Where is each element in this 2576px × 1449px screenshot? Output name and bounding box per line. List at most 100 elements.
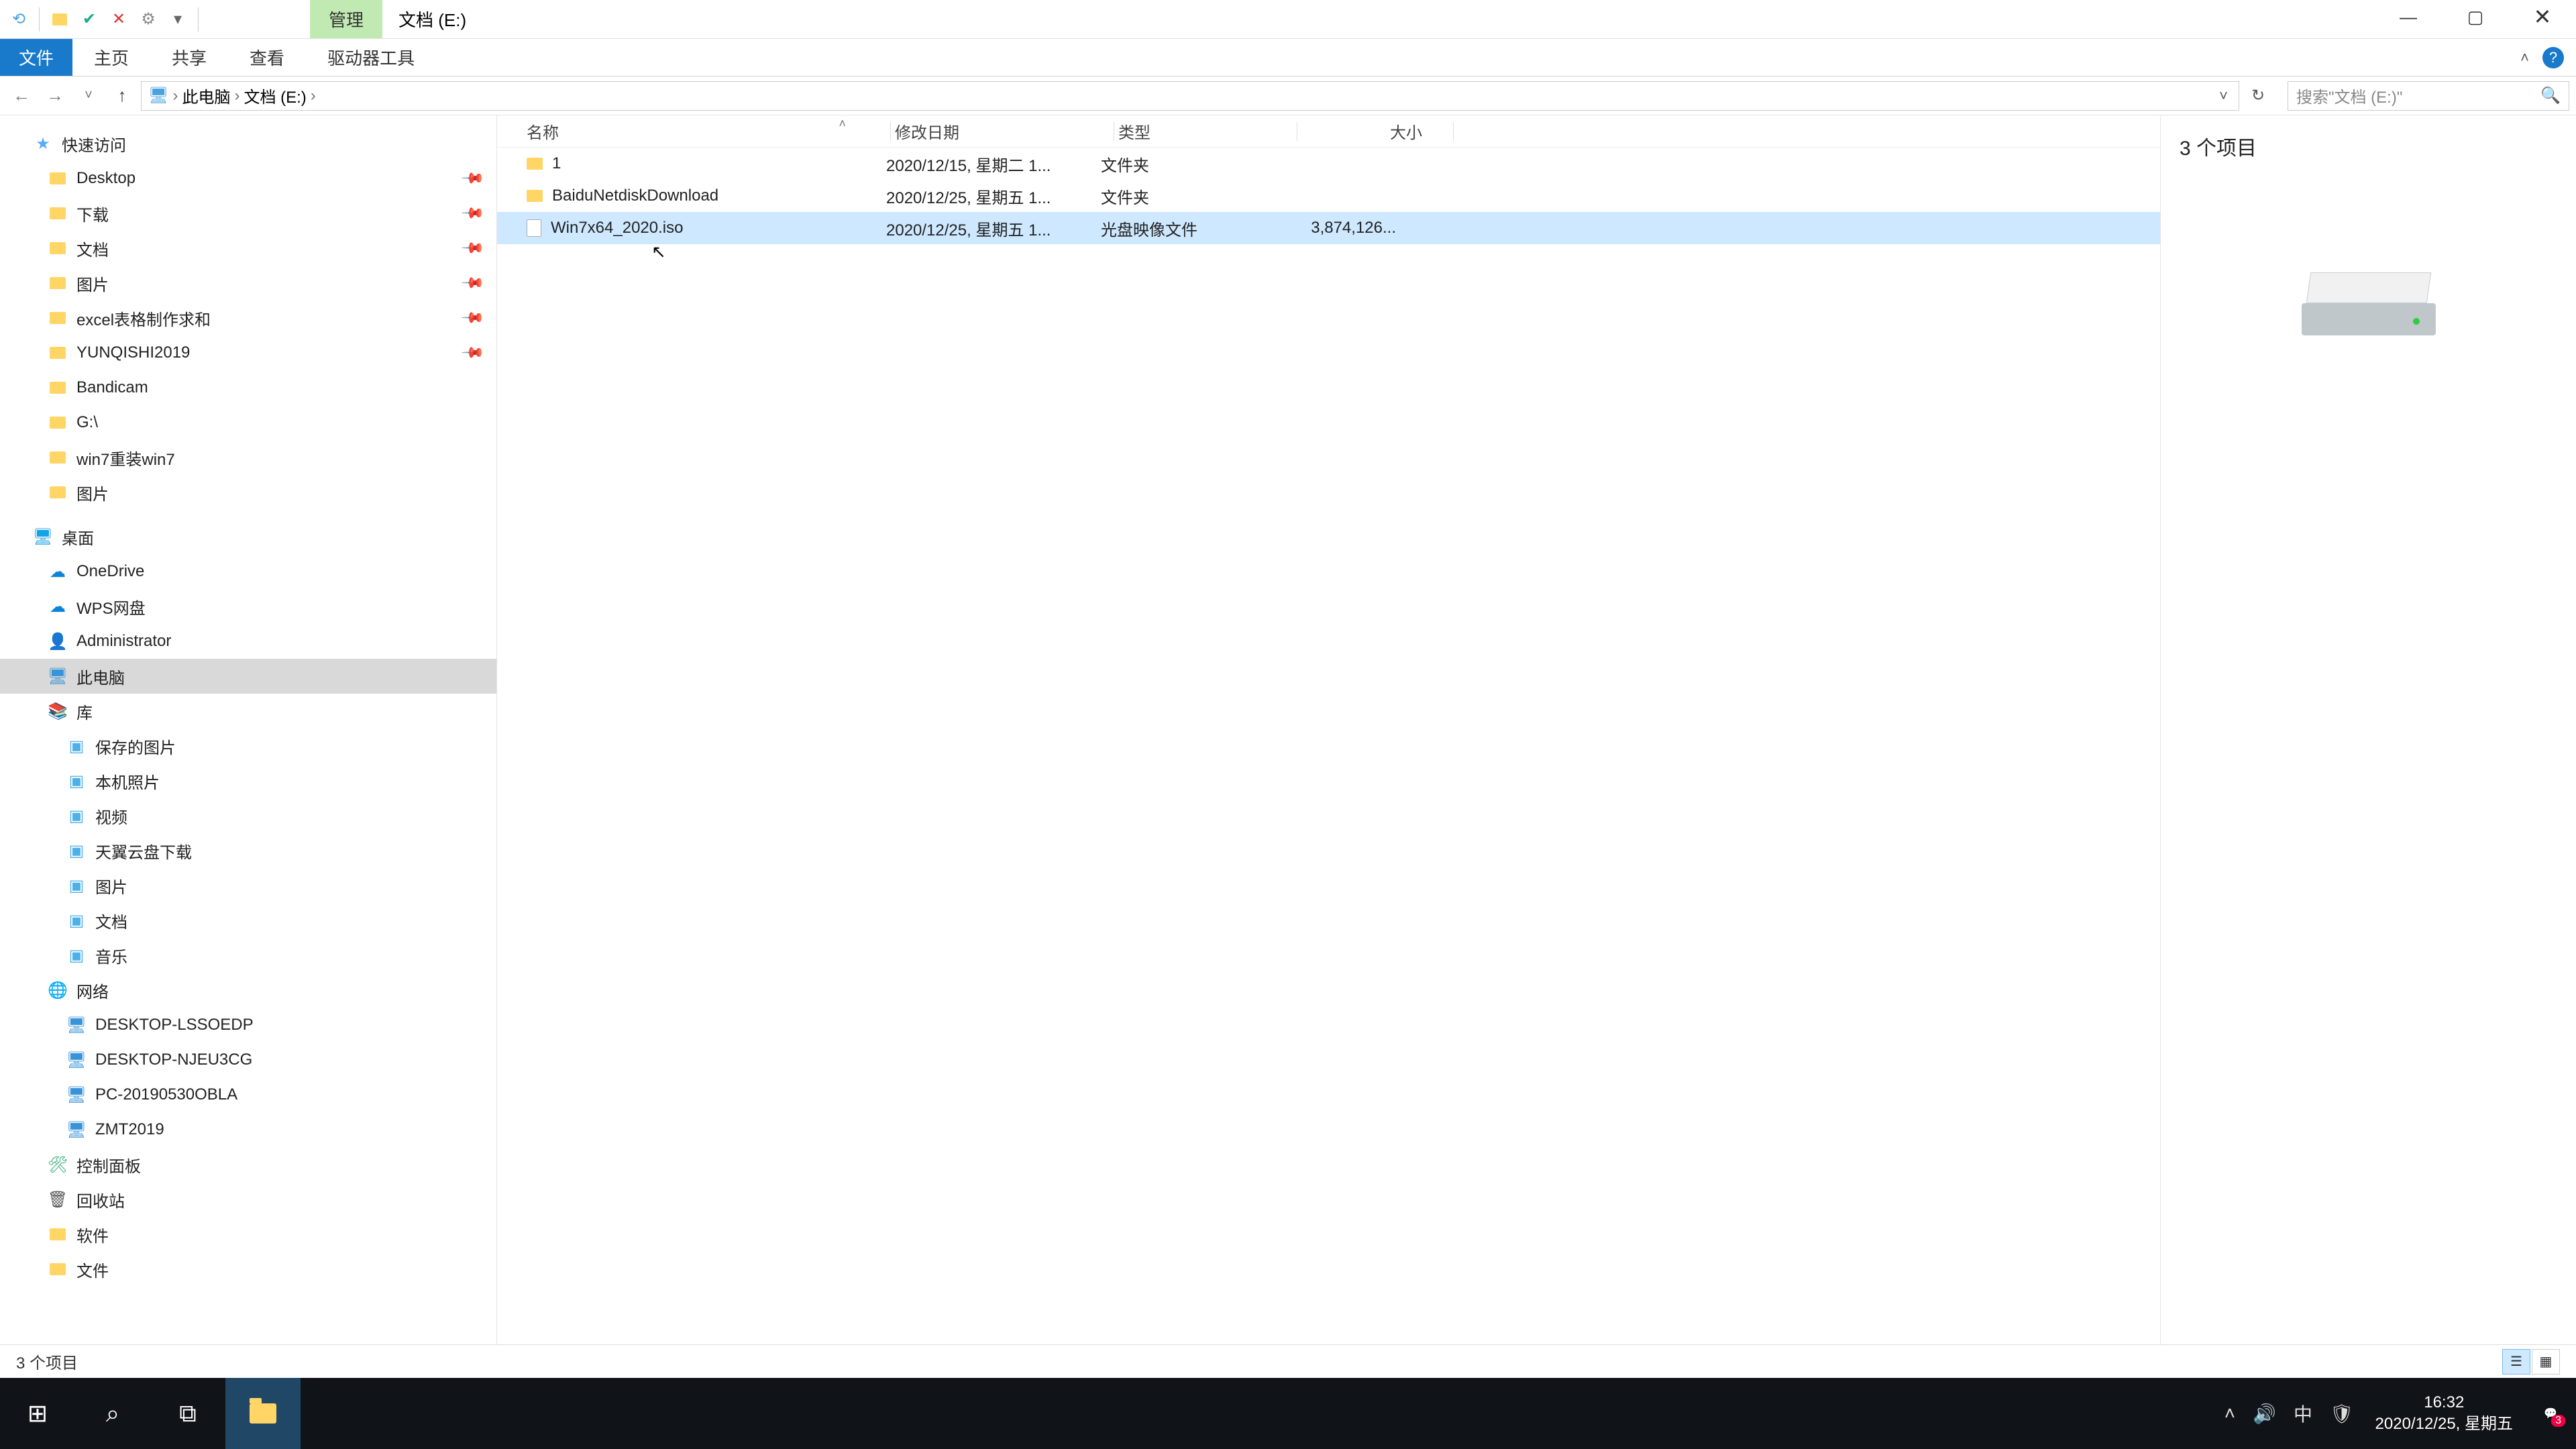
column-name[interactable]: 名称 ˄ [497, 119, 886, 143]
qat-dropdown-icon[interactable]: ▾ [164, 6, 191, 33]
view-icons-button[interactable]: ▦ [2532, 1349, 2560, 1375]
navigation-pane[interactable]: ★ 快速访问 Desktop 📌 下载 📌 文档 📌 图片 📌 excel表格制… [0, 115, 496, 1344]
nav-back-button[interactable]: ← [7, 81, 36, 111]
nav-network-item[interactable]: 🖥 DESKTOP-NJEU3CG [0, 1042, 496, 1077]
ribbon-view-tab[interactable]: 查看 [228, 39, 306, 76]
pin-icon: 📌 [460, 270, 485, 296]
ribbon-home-tab[interactable]: 主页 [72, 39, 150, 76]
search-icon[interactable]: 🔍 [2540, 86, 2561, 105]
chevron-right-icon: › [234, 87, 239, 105]
nav-administrator[interactable]: 👤 Administrator [0, 624, 496, 659]
nav-libraries[interactable]: 📚 库 [0, 694, 496, 729]
nav-quick-item[interactable]: 下载 📌 [0, 196, 496, 231]
nav-quick-item[interactable]: 图片 📌 [0, 266, 496, 301]
tray-security-icon[interactable]: 🛡 [2330, 1403, 2354, 1425]
folder-icon [48, 204, 67, 223]
view-details-button[interactable]: ☰ [2502, 1349, 2530, 1375]
start-button[interactable]: ⊞ [0, 1378, 75, 1449]
nav-desktop-group[interactable]: 🖥 桌面 [0, 519, 496, 554]
qat-check-icon[interactable]: ✔ [76, 6, 103, 33]
ribbon-collapse-icon[interactable]: ˄ [2520, 49, 2529, 66]
nav-network-item[interactable]: 🖥 DESKTOP-LSSOEDP [0, 1008, 496, 1042]
nav-up-button[interactable]: ↑ [107, 81, 137, 111]
nav-label: 库 [76, 700, 93, 723]
nav-recent-dropdown[interactable]: ˅ [74, 81, 103, 111]
qat-close-icon[interactable]: ✕ [105, 6, 132, 33]
nav-library-item[interactable]: ▣ 保存的图片 [0, 729, 496, 763]
address-dropdown-icon[interactable]: ˅ [2219, 87, 2232, 105]
nav-label: excel表格制作求和 [76, 307, 211, 330]
nav-library-item[interactable]: ▣ 天翼云盘下载 [0, 833, 496, 868]
nav-this-pc[interactable]: 🖥 此电脑 [0, 659, 496, 694]
nav-quick-item[interactable]: 文档 📌 [0, 231, 496, 266]
minimize-button[interactable]: — [2375, 0, 2442, 34]
pc-icon: 🖥 [67, 1016, 86, 1034]
system-tray: ˄ 🔊 中 🛡 16:32 2020/12/25, 星期五 💬 3 [2224, 1378, 2576, 1449]
task-view-button[interactable]: ⧉ [150, 1378, 225, 1449]
file-row[interactable]: BaiduNetdiskDownload 2020/12/25, 星期五 1..… [497, 180, 2160, 212]
nav-label: 回收站 [76, 1188, 125, 1212]
tray-clock[interactable]: 16:32 2020/12/25, 星期五 [2371, 1392, 2517, 1436]
nav-network-item[interactable]: 🖥 PC-20190530OBLA [0, 1077, 496, 1112]
address-box[interactable]: 🖥 › 此电脑 › 文档 (E:) › ˅ [141, 81, 2239, 111]
qat-app-icon[interactable]: ⟲ [5, 6, 32, 33]
qat-gear-icon[interactable]: ⚙ [135, 6, 162, 33]
explorer-icon [250, 1403, 276, 1424]
column-type[interactable]: 类型 [1118, 119, 1293, 143]
nav-wps[interactable]: ☁ WPS网盘 [0, 589, 496, 624]
ribbon-drive-tools-tab[interactable]: 驱动器工具 [306, 39, 436, 76]
library-item-icon: ▣ [67, 806, 86, 825]
library-item-icon: ▣ [67, 911, 86, 930]
action-center-button[interactable]: 💬 3 [2534, 1397, 2567, 1430]
tray-ime-indicator[interactable]: 中 [2294, 1400, 2312, 1427]
pc-icon: 🖥 [67, 1120, 86, 1139]
ribbon-file-tab[interactable]: 文件 [0, 39, 72, 76]
nav-quick-item[interactable]: G:\ [0, 405, 496, 440]
qat-folder-icon[interactable] [46, 6, 73, 33]
nav-network[interactable]: 🌐 网络 [0, 973, 496, 1008]
ribbon-share-tab[interactable]: 共享 [150, 39, 228, 76]
file-row[interactable]: Win7x64_2020.iso 2020/12/25, 星期五 1... 光盘… [497, 212, 2160, 244]
nav-library-item[interactable]: ▣ 音乐 [0, 938, 496, 973]
tab-manage[interactable]: 管理 [310, 0, 382, 38]
nav-forward-button[interactable]: → [40, 81, 70, 111]
close-button[interactable]: ✕ [2509, 0, 2576, 34]
folder-icon [48, 483, 67, 502]
tray-show-hidden-icon[interactable]: ˄ [2224, 1403, 2235, 1424]
taskbar-explorer-button[interactable] [225, 1378, 301, 1449]
nav-control-panel[interactable]: 🛠 控制面板 [0, 1147, 496, 1182]
nav-label: Bandicam [76, 378, 148, 397]
nav-library-item[interactable]: ▣ 文档 [0, 903, 496, 938]
search-placeholder: 搜索"文档 (E:)" [2296, 84, 2402, 107]
nav-quick-item[interactable]: win7重装win7 [0, 440, 496, 475]
nav-library-item[interactable]: ▣ 图片 [0, 868, 496, 903]
nav-software[interactable]: 软件 [0, 1217, 496, 1252]
nav-quick-item[interactable]: 图片 [0, 475, 496, 510]
nav-library-item[interactable]: ▣ 本机照片 [0, 763, 496, 798]
help-icon[interactable]: ? [2542, 47, 2564, 68]
nav-recycle-bin[interactable]: 🗑 回收站 [0, 1182, 496, 1217]
file-list-pane[interactable]: 名称 ˄ 修改日期 类型 大小 1 2020/12/15, 星期二 1... 文… [496, 115, 2160, 1344]
nav-quick-access[interactable]: ★ 快速访问 [0, 126, 496, 161]
file-row[interactable]: 1 2020/12/15, 星期二 1... 文件夹 [497, 148, 2160, 180]
nav-label: DESKTOP-NJEU3CG [95, 1051, 252, 1069]
nav-quick-item[interactable]: Bandicam [0, 370, 496, 405]
nav-library-item[interactable]: ▣ 视频 [0, 798, 496, 833]
search-box[interactable]: 搜索"文档 (E:)" 🔍 [2288, 81, 2569, 111]
crumb-this-pc[interactable]: 此电脑 [182, 84, 230, 107]
nav-docs[interactable]: 文件 [0, 1252, 496, 1287]
maximize-button[interactable]: ▢ [2442, 0, 2509, 34]
nav-onedrive[interactable]: ☁ OneDrive [0, 554, 496, 589]
pc-icon: 🖥 [67, 1051, 86, 1069]
column-date[interactable]: 修改日期 [895, 119, 1110, 143]
crumb-docs-e[interactable]: 文档 (E:) [244, 84, 306, 107]
tray-volume-icon[interactable]: 🔊 [2253, 1403, 2276, 1425]
column-size[interactable]: 大小 [1301, 119, 1449, 143]
nav-quick-item[interactable]: excel表格制作求和 📌 [0, 301, 496, 335]
nav-quick-item[interactable]: YUNQISHI2019 📌 [0, 335, 496, 370]
file-name: 1 [552, 154, 561, 173]
refresh-button[interactable]: ↻ [2243, 86, 2273, 105]
nav-quick-item[interactable]: Desktop 📌 [0, 161, 496, 196]
nav-network-item[interactable]: 🖥 ZMT2019 [0, 1112, 496, 1147]
taskbar-search-button[interactable]: ⌕ [75, 1378, 150, 1449]
